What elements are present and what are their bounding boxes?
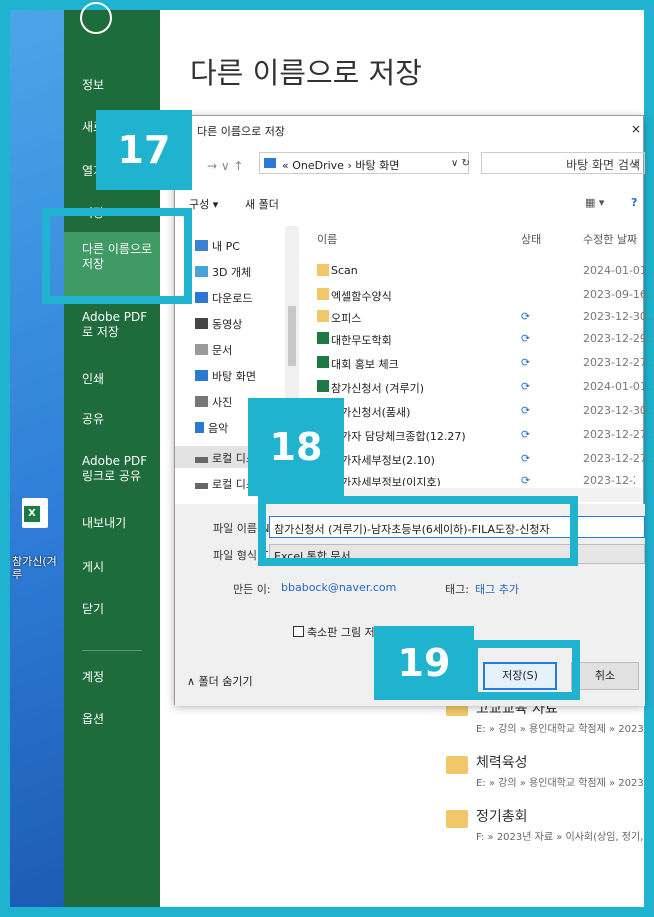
- column-name[interactable]: 이름: [317, 231, 337, 247]
- new-folder-button[interactable]: 새 폴더: [245, 196, 279, 212]
- folder-icon: [446, 810, 468, 828]
- sidebar-item-export[interactable]: 내보내기: [82, 516, 158, 531]
- file-row[interactable]: 참가자세부정보(이지호)⟳2023-12-27 ...: [305, 474, 635, 486]
- view-options-button[interactable]: ▦ ▾: [585, 196, 604, 209]
- sidebar-item-print[interactable]: 인쇄: [82, 372, 158, 387]
- sidebar-item-info[interactable]: 정보: [82, 78, 158, 93]
- hide-folders-button[interactable]: ∧ 폴더 숨기기: [187, 673, 253, 689]
- tags-label: 태그:: [445, 583, 469, 596]
- sidebar-divider: [82, 650, 142, 651]
- nav-item-desktop[interactable]: 바탕 화면: [195, 368, 256, 384]
- column-date[interactable]: 수정한 날짜: [583, 231, 637, 247]
- nav-item-documents[interactable]: 문서: [195, 342, 232, 358]
- desktop-icon-label: 참가신(겨루: [12, 555, 57, 581]
- column-status[interactable]: 상태: [521, 231, 541, 247]
- step-19-badge: 19: [374, 626, 474, 700]
- highlight-17: [42, 208, 192, 304]
- excel-file-icon[interactable]: X: [22, 498, 48, 528]
- nav-item-downloads[interactable]: 다운로드: [195, 290, 252, 306]
- search-input[interactable]: 바탕 화면 검색 ⌕: [481, 152, 645, 174]
- recent-folder-name[interactable]: 체력육성: [476, 752, 528, 772]
- close-icon[interactable]: ×: [631, 122, 641, 136]
- author-label: 만든 이:: [233, 583, 271, 596]
- sidebar-item-share[interactable]: 공유: [82, 412, 158, 427]
- nav-item-pictures[interactable]: 사진: [195, 394, 232, 410]
- thumbnail-checkbox[interactable]: 축소판 그림 저장: [293, 624, 385, 640]
- highlight-18: [258, 496, 578, 566]
- step-18-badge: 18: [248, 398, 344, 496]
- nav-item-this-pc[interactable]: 내 PC: [195, 238, 240, 254]
- nav-arrows[interactable]: → ∨ ↑: [207, 159, 244, 173]
- nav-item-3d[interactable]: 3D 개체: [195, 264, 251, 280]
- search-icon: ⌕: [633, 156, 640, 170]
- nav-item-music[interactable]: 음악: [195, 420, 228, 436]
- sidebar-item-account[interactable]: 계정: [82, 670, 158, 685]
- recent-folder-name[interactable]: 정기총회: [476, 806, 528, 826]
- sidebar-item-save-pdf[interactable]: Adobe PDF로 저장: [82, 310, 158, 340]
- save-as-dialog: 다른 이름으로 저장 × → ∨ ↑ « OneDrive › 바탕 화면 ∨ …: [174, 115, 654, 706]
- refresh-icon[interactable]: ∨ ↻: [451, 158, 470, 169]
- recent-folder-path: E: » 강의 » 용인대학교 학점제 » 2023-: [476, 778, 644, 789]
- sidebar-item-close[interactable]: 닫기: [82, 602, 158, 617]
- recent-folder-path: F: » 2023년 자료 » 이사회(상임, 정기,: [476, 832, 644, 843]
- step-17-badge: 17: [96, 110, 192, 190]
- desktop-strip: X 참가신(겨루: [10, 10, 64, 907]
- dialog-title: 다른 이름으로 저장: [197, 125, 285, 138]
- highlight-19: [470, 640, 580, 700]
- author-value[interactable]: bbabock@naver.com: [281, 581, 396, 594]
- sidebar-item-options[interactable]: 옵션: [82, 712, 158, 727]
- back-arrow-icon[interactable]: [80, 2, 112, 34]
- nav-item-videos[interactable]: 동영상: [195, 316, 242, 332]
- tags-value[interactable]: 태그 추가: [475, 581, 519, 597]
- folder-icon: [446, 756, 468, 774]
- desktop-icon: [264, 158, 276, 168]
- help-icon[interactable]: ?: [631, 196, 637, 209]
- address-bar[interactable]: « OneDrive › 바탕 화면: [259, 152, 469, 174]
- sidebar-item-publish[interactable]: 게시: [82, 560, 158, 575]
- cancel-button[interactable]: 취소: [571, 662, 639, 690]
- page-title: 다른 이름으로 저장: [190, 56, 422, 90]
- recent-folder-path: E: » 강의 » 용인대학교 학점제 » 2023-: [476, 724, 644, 735]
- sidebar-item-share-pdf[interactable]: Adobe PDF 링크로 공유: [82, 454, 158, 484]
- organize-button[interactable]: 구성 ▾: [189, 196, 218, 212]
